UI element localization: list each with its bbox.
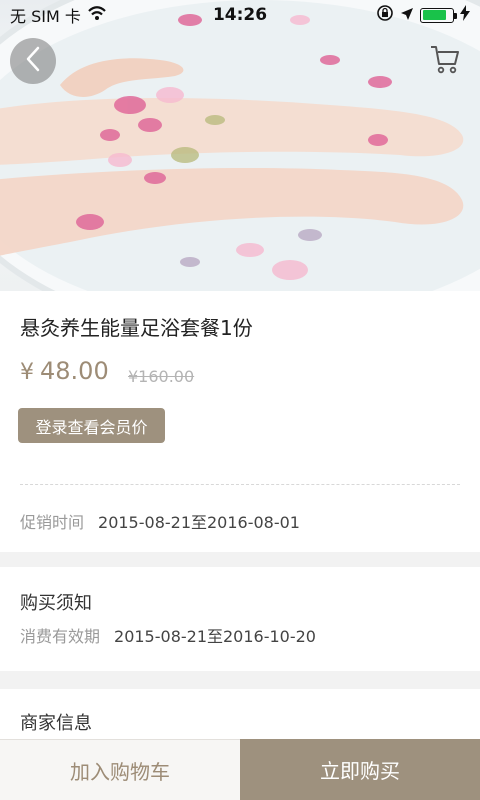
promotion-row: 促销时间 2015-08-21至2016-08-01 (20, 509, 300, 533)
validity-label: 消费有效期 (20, 627, 101, 646)
chevron-left-icon (23, 45, 43, 77)
battery-level (422, 10, 447, 20)
merchant-info-title: 商家信息 (20, 713, 92, 734)
orientation-lock-icon (376, 4, 394, 26)
product-hero-image (0, 0, 480, 291)
cart-button[interactable] (428, 44, 462, 78)
original-price: ¥160.00 (128, 367, 195, 386)
product-title: 悬灸养生能量足浴套餐1份 (20, 316, 253, 340)
charging-icon (460, 5, 470, 25)
add-to-cart-button[interactable]: 加入购物车 (0, 739, 240, 800)
status-right (376, 4, 480, 26)
member-price-button[interactable]: 登录查看会员价 (18, 408, 165, 443)
validity-row: 消费有效期 2015-08-21至2016-10-20 (20, 623, 316, 647)
battery-icon (420, 7, 457, 23)
carrier-label: 无 SIM 卡 (10, 7, 81, 26)
wifi-icon (87, 5, 107, 25)
status-left: 无 SIM 卡 (0, 3, 107, 27)
purchase-notice-card: 购买须知 消费有效期 2015-08-21至2016-10-20 (0, 567, 480, 671)
promotion-period: 2015-08-21至2016-08-01 (98, 513, 300, 532)
foot-bath-illustration (0, 0, 480, 291)
dashed-divider (20, 484, 460, 485)
purchase-notice-title: 购买须知 (20, 593, 92, 614)
current-price: ¥48.00 (20, 357, 109, 385)
product-info-card: 悬灸养生能量足浴套餐1份 ¥48.00 ¥160.00 登录查看会员价 促销时间… (0, 291, 480, 552)
bottom-action-bar: 加入购物车 立即购买 (0, 739, 480, 800)
back-button[interactable] (10, 38, 56, 84)
status-bar: 无 SIM 卡 14:26 (0, 0, 480, 30)
location-arrow-icon (400, 6, 414, 25)
price-value: 48.00 (40, 357, 109, 385)
currency-symbol: ¥ (20, 360, 34, 385)
buy-now-button[interactable]: 立即购买 (240, 739, 480, 800)
shopping-cart-icon (429, 44, 461, 78)
validity-period: 2015-08-21至2016-10-20 (114, 627, 316, 646)
promotion-label: 促销时间 (20, 513, 85, 532)
